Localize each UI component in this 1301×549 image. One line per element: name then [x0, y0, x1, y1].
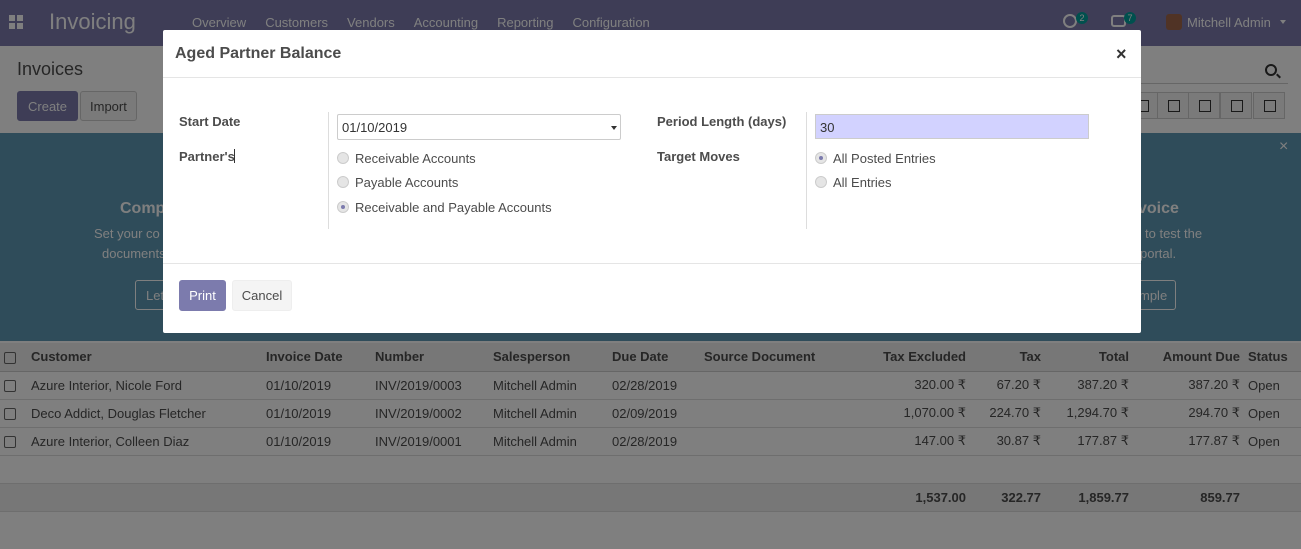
target-moves-label: Target Moves	[657, 149, 740, 164]
radio-all-entries[interactable]	[815, 176, 827, 188]
radio-receivable-payable-accounts-label[interactable]: Receivable and Payable Accounts	[355, 200, 552, 215]
dialog-header-divider	[163, 77, 1141, 78]
radio-all-posted-entries[interactable]	[815, 152, 827, 164]
date-dropdown-caret-icon[interactable]	[611, 126, 617, 130]
radio-all-posted-entries-label[interactable]: All Posted Entries	[833, 151, 936, 166]
cancel-button[interactable]: Cancel	[232, 280, 292, 311]
text-cursor	[234, 149, 235, 163]
radio-receivable-accounts[interactable]	[337, 152, 349, 164]
radio-payable-accounts-label[interactable]: Payable Accounts	[355, 175, 458, 190]
aged-partner-balance-dialog: Aged Partner Balance × Start Date Partne…	[163, 30, 1141, 333]
radio-all-entries-label[interactable]: All Entries	[833, 175, 892, 190]
radio-payable-accounts[interactable]	[337, 176, 349, 188]
dialog-close-icon[interactable]: ×	[1116, 44, 1127, 65]
period-length-label: Period Length (days)	[657, 114, 787, 129]
dialog-title: Aged Partner Balance	[175, 45, 342, 62]
dialog-footer-divider	[163, 263, 1141, 264]
radio-receivable-accounts-label[interactable]: Receivable Accounts	[355, 151, 476, 166]
print-button[interactable]: Print	[179, 280, 226, 311]
period-length-field[interactable]: 30	[815, 114, 1089, 139]
start-date-field[interactable]: 01/10/2019	[337, 114, 621, 140]
partners-label: Partner's	[179, 149, 235, 164]
left-column-divider	[328, 112, 329, 229]
start-date-label: Start Date	[179, 114, 241, 129]
right-column-divider	[806, 112, 807, 229]
radio-receivable-payable-accounts[interactable]	[337, 201, 349, 213]
